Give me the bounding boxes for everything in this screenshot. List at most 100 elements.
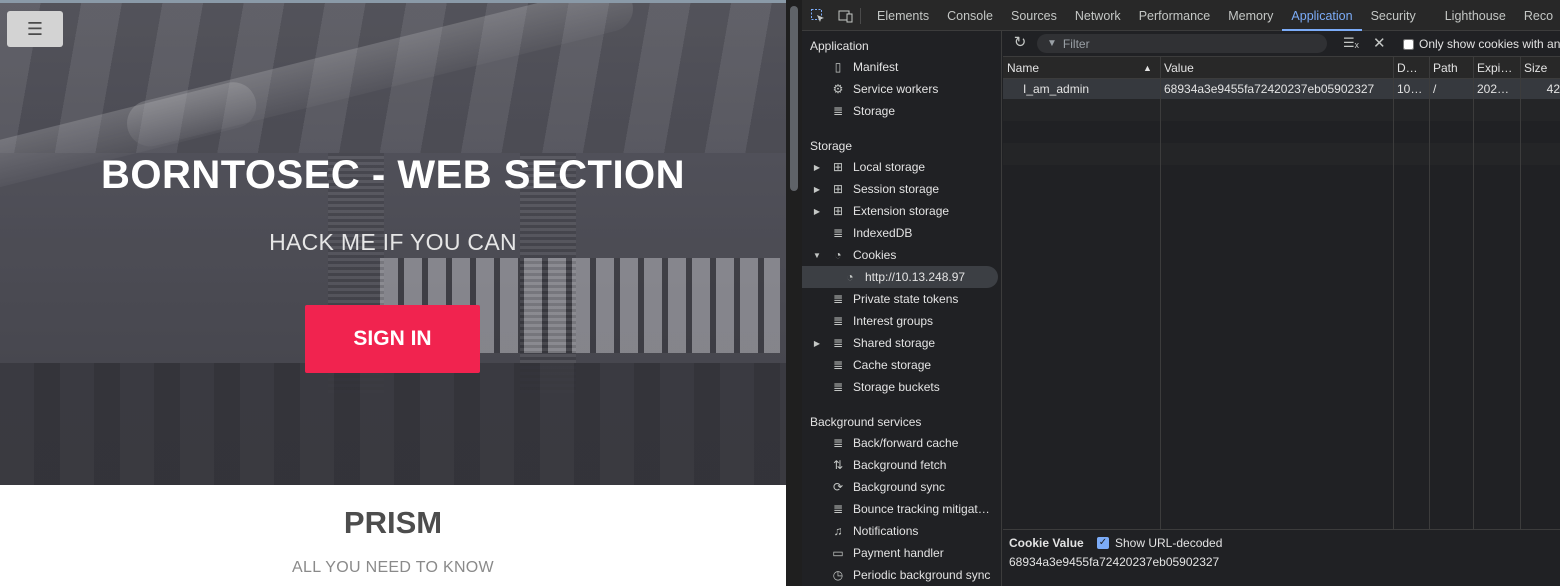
sign-in-button[interactable]: SIGN IN bbox=[305, 305, 480, 373]
sidebar-item-cache-storage[interactable]: ≣ Cache storage bbox=[802, 354, 998, 376]
column-header-domain[interactable]: D… bbox=[1393, 57, 1429, 79]
cookies-table: Name ▲ Value D… Path Expi… Size I_am_adm… bbox=[1003, 57, 1560, 529]
sidebar-item-interest-groups[interactable]: ≣ Interest groups bbox=[802, 310, 998, 332]
sidebar-item-storage-buckets[interactable]: ≣ Storage buckets bbox=[802, 376, 998, 398]
tab-application[interactable]: Application bbox=[1282, 0, 1362, 31]
bell-icon: ♫ bbox=[833, 524, 843, 538]
section-title: PRISM bbox=[343, 505, 443, 540]
sidebar-item-label: Notifications bbox=[853, 524, 919, 538]
filter-input[interactable] bbox=[1062, 36, 1313, 51]
sidebar-item-label: Periodic background sync bbox=[853, 568, 991, 582]
column-divider[interactable] bbox=[1393, 57, 1394, 529]
expand-arrow-icon[interactable]: ▶ bbox=[812, 163, 822, 172]
column-header-size[interactable]: Size bbox=[1520, 57, 1560, 79]
filter-icon: ▼ bbox=[1047, 38, 1057, 49]
tab-performance[interactable]: Performance bbox=[1130, 0, 1220, 31]
application-sidebar: Application ▯ Manifest ⚙ Service workers… bbox=[802, 31, 1002, 586]
cookie-size-cell[interactable]: 42 bbox=[1520, 79, 1560, 99]
cookie-name-cell[interactable]: I_am_admin bbox=[1019, 79, 1160, 99]
inspect-element-icon[interactable] bbox=[810, 8, 826, 24]
sidebar-item-storage[interactable]: ≣ Storage bbox=[802, 100, 998, 122]
tab-memory[interactable]: Memory bbox=[1219, 0, 1282, 31]
sidebar-item-payment-handler[interactable]: ▭ Payment handler bbox=[802, 542, 998, 564]
database-icon: ≣ bbox=[832, 358, 844, 372]
column-header-value[interactable]: Value bbox=[1160, 57, 1393, 79]
column-header-name[interactable]: Name ▲ bbox=[1003, 57, 1160, 79]
sidebar-item-indexeddb[interactable]: ≣ IndexedDB bbox=[802, 222, 998, 244]
sidebar-item-session-storage[interactable]: ▶ ⊞ Session storage bbox=[802, 178, 998, 200]
only-show-issues-option[interactable]: Only show cookies with an bbox=[1403, 37, 1560, 51]
cookie-expires-cell[interactable]: 202… bbox=[1473, 79, 1520, 99]
tab-recorder[interactable]: Reco bbox=[1515, 0, 1560, 31]
database-icon: ≣ bbox=[832, 436, 844, 450]
sidebar-item-back-forward-cache[interactable]: ≣ Back/forward cache bbox=[802, 432, 998, 454]
cookie-path-cell[interactable]: / bbox=[1429, 79, 1473, 99]
table-icon: ⊞ bbox=[832, 204, 844, 218]
sidebar-item-background-fetch[interactable]: ⇅ Background fetch bbox=[802, 454, 998, 476]
show-url-decoded-option[interactable]: ✓ Show URL-decoded bbox=[1097, 536, 1222, 550]
section-subtitle: ALL YOU NEED TO KNOW bbox=[292, 559, 494, 576]
column-divider[interactable] bbox=[1429, 57, 1430, 529]
filter-box[interactable]: ▼ bbox=[1037, 34, 1327, 53]
hero-title: BORNTOSEC - WEB SECTION bbox=[100, 153, 686, 197]
sidebar-item-bounce-tracking[interactable]: ≣ Bounce tracking mitigat… bbox=[802, 498, 998, 520]
cookie-value-cell[interactable]: 68934a3e9455fa72420237eb05902327 bbox=[1160, 79, 1393, 99]
sidebar-item-periodic-background-sync[interactable]: ◷ Periodic background sync bbox=[802, 564, 998, 586]
sidebar-item-notifications[interactable]: ♫ Notifications bbox=[802, 520, 998, 542]
clock-icon: ◷ bbox=[832, 568, 844, 582]
collapse-arrow-icon[interactable]: ▼ bbox=[812, 251, 822, 260]
column-header-expires[interactable]: Expi… bbox=[1473, 57, 1520, 79]
table-empty-row bbox=[1003, 99, 1560, 121]
cookies-toolbar: ↻ ▼ ☰ₓ ✕ Only show cookies with an bbox=[1003, 31, 1560, 57]
tab-lighthouse[interactable]: Lighthouse bbox=[1425, 0, 1515, 31]
database-icon: ≣ bbox=[832, 502, 844, 516]
sidebar-item-label: Extension storage bbox=[853, 204, 950, 218]
hero-subtitle: HACK ME IF YOU CAN bbox=[269, 229, 517, 255]
cookie-value-text[interactable]: 68934a3e9455fa72420237eb05902327 bbox=[1009, 555, 1219, 569]
device-toolbar-icon[interactable] bbox=[838, 8, 854, 24]
column-divider[interactable] bbox=[1520, 57, 1521, 529]
show-url-decoded-checkbox[interactable]: ✓ bbox=[1097, 537, 1109, 549]
devtools-toolbar: Elements Console Sources Network Perform… bbox=[802, 0, 1560, 31]
expand-arrow-icon[interactable]: ▶ bbox=[812, 185, 822, 194]
column-divider[interactable] bbox=[1160, 57, 1161, 529]
document-icon: ▯ bbox=[834, 60, 842, 74]
sidebar-item-local-storage[interactable]: ▶ ⊞ Local storage bbox=[802, 156, 998, 178]
tab-sources[interactable]: Sources bbox=[1002, 0, 1066, 31]
toolbar-divider bbox=[860, 8, 861, 24]
cookies-panel: ↻ ▼ ☰ₓ ✕ Only show cookies with an Name … bbox=[1003, 31, 1560, 586]
page-scrollbar[interactable] bbox=[786, 0, 802, 586]
clear-all-cookies-icon[interactable]: ✕ bbox=[1373, 34, 1386, 52]
sidebar-item-label: Shared storage bbox=[853, 336, 936, 350]
sidebar-item-service-workers[interactable]: ⚙ Service workers bbox=[802, 78, 998, 100]
hero-section: ☰ BORNTOSEC - WEB SECTION HACK ME IF YOU… bbox=[0, 3, 786, 485]
database-icon: ≣ bbox=[832, 226, 844, 240]
sidebar-item-private-state-tokens[interactable]: ≣ Private state tokens bbox=[802, 288, 998, 310]
scrollbar-thumb[interactable] bbox=[790, 6, 798, 191]
sidebar-item-label: Background fetch bbox=[853, 458, 947, 472]
tab-network[interactable]: Network bbox=[1066, 0, 1130, 31]
only-show-issues-label: Only show cookies with an bbox=[1419, 37, 1560, 51]
sidebar-item-background-sync[interactable]: ⟳ Background sync bbox=[802, 476, 998, 498]
tab-security[interactable]: Security bbox=[1362, 0, 1425, 31]
cookie-domain-cell[interactable]: 10… bbox=[1393, 79, 1429, 99]
sidebar-header-storage: Storage bbox=[810, 139, 853, 153]
tab-elements[interactable]: Elements bbox=[868, 0, 938, 31]
sync-icon: ⟳ bbox=[832, 480, 844, 494]
column-divider[interactable] bbox=[1473, 57, 1474, 529]
sidebar-item-cookie-origin[interactable]: ◔ http://10.13.248.97 bbox=[802, 266, 998, 288]
sidebar-header-background-services: Background services bbox=[810, 415, 922, 429]
hamburger-menu-button[interactable]: ☰ bbox=[7, 11, 63, 47]
expand-arrow-icon[interactable]: ▶ bbox=[812, 339, 822, 348]
cookie-value-title: Cookie Value bbox=[1009, 536, 1084, 550]
clear-filtered-cookies-icon[interactable]: ☰ₓ bbox=[1343, 35, 1359, 51]
sidebar-item-manifest[interactable]: ▯ Manifest bbox=[802, 56, 998, 78]
expand-arrow-icon[interactable]: ▶ bbox=[812, 207, 822, 216]
sidebar-item-extension-storage[interactable]: ▶ ⊞ Extension storage bbox=[802, 200, 998, 222]
sidebar-item-cookies[interactable]: ▼ ◔ Cookies bbox=[802, 244, 998, 266]
column-header-path[interactable]: Path bbox=[1429, 57, 1473, 79]
sidebar-item-shared-storage[interactable]: ▶ ≣ Shared storage bbox=[802, 332, 998, 354]
only-show-issues-checkbox[interactable] bbox=[1403, 38, 1414, 50]
refresh-icon[interactable]: ↻ bbox=[1011, 34, 1029, 52]
tab-console[interactable]: Console bbox=[938, 0, 1002, 31]
